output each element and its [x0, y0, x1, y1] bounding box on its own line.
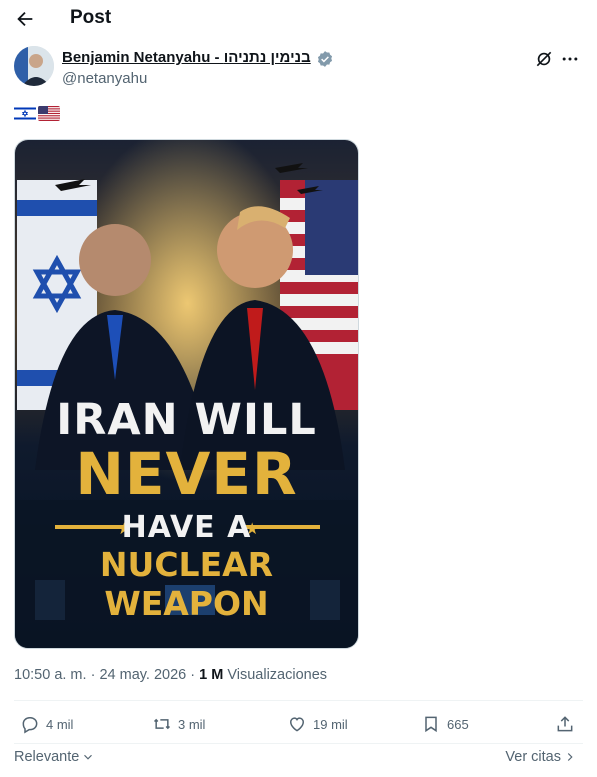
post-date[interactable]: 24 may. 2026: [99, 667, 186, 683]
avatar[interactable]: [14, 46, 54, 86]
poster-line-4: NUCLEAR WEAPON: [99, 545, 274, 623]
repost-button[interactable]: 3 mil: [152, 714, 205, 734]
action-bar: 4 mil 3 mil 19 mil 665: [14, 714, 583, 740]
bookmark-icon: [425, 716, 437, 733]
top-bar: Post: [0, 0, 597, 38]
quotes-label: Ver citas: [505, 749, 561, 765]
post-meta: 10:50 a. m. · 24 may. 2026 · 1 M Visuali…: [14, 667, 327, 683]
share-button[interactable]: [555, 714, 575, 734]
poster-line-3: HAVE A: [121, 510, 252, 545]
post-time[interactable]: 10:50 a. m.: [14, 667, 87, 683]
author-handle[interactable]: @netanyahu: [62, 70, 147, 87]
reply-count: 4 mil: [46, 716, 74, 732]
like-count: 19 mil: [313, 716, 348, 732]
verified-badge-icon: [317, 51, 333, 67]
grok-icon[interactable]: [534, 49, 554, 69]
us-flag-icon: [38, 106, 60, 121]
post-text-flags: [14, 106, 60, 122]
repost-count: 3 mil: [178, 716, 206, 732]
sort-dropdown[interactable]: Relevante: [14, 749, 95, 765]
poster-line-2: NEVER: [75, 440, 298, 508]
arrow-left-icon[interactable]: [14, 8, 36, 30]
avatar-image: [14, 46, 54, 86]
share-icon: [557, 716, 573, 732]
divider-bottom: [14, 743, 583, 744]
view-quotes-link[interactable]: Ver citas: [505, 749, 577, 765]
divider-top: [14, 700, 583, 701]
meta-separator-2: ·: [190, 667, 196, 683]
chevron-right-icon: [567, 753, 573, 761]
reply-button[interactable]: 4 mil: [20, 714, 73, 734]
like-button[interactable]: 19 mil: [287, 714, 348, 734]
chevron-down-icon: [84, 754, 93, 760]
bookmark-count: 665: [447, 716, 469, 732]
more-options-icon[interactable]: [560, 49, 580, 69]
sort-label: Relevante: [14, 749, 80, 765]
repost-icon: [153, 718, 171, 730]
views-count: 1 M: [199, 667, 224, 683]
author-name[interactable]: Benjamin Netanyahu - בנימין נתניהו: [62, 49, 311, 66]
meta-separator: ·: [90, 667, 96, 683]
bookmark-button[interactable]: 665: [421, 714, 469, 734]
poster-line-1: IRAN WILL: [56, 395, 317, 445]
page-title: Post: [70, 7, 112, 28]
views-label: Visualizaciones: [227, 667, 328, 683]
heart-icon: [289, 717, 305, 732]
reply-icon: [22, 717, 38, 734]
israel-flag-icon: [14, 106, 36, 121]
post-image[interactable]: ★ ★ IRAN WILL NEVER HAVE A NUCLEAR WEAPO…: [14, 139, 359, 649]
